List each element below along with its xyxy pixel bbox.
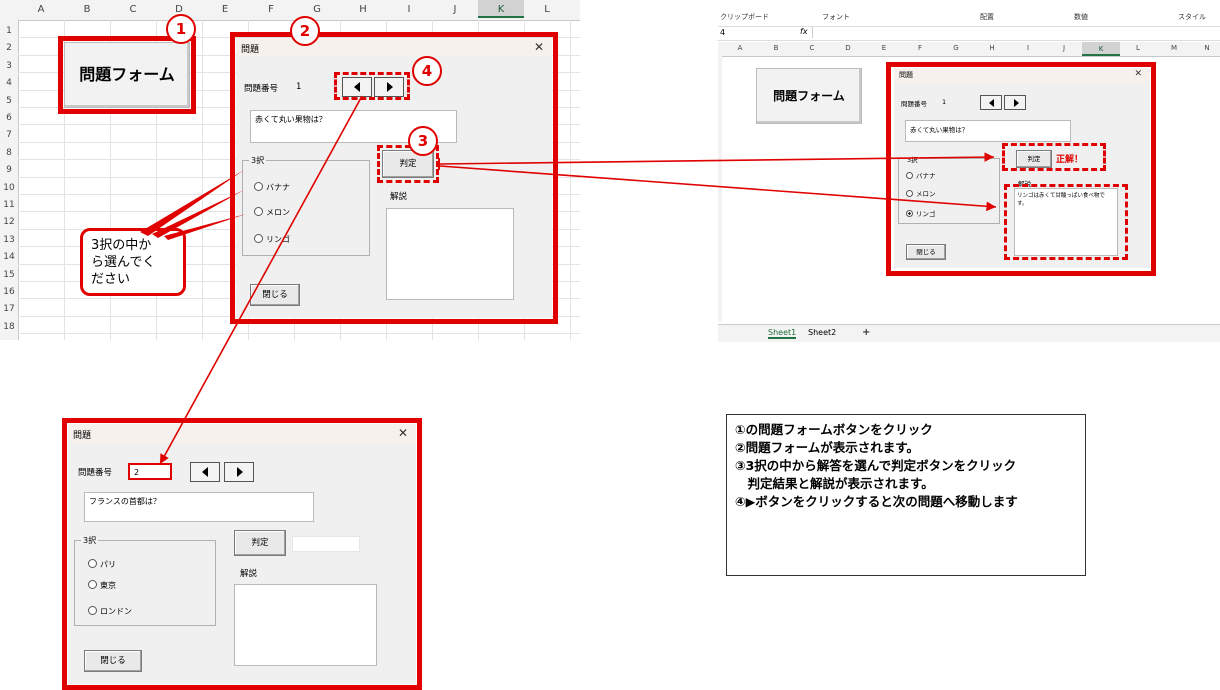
arrow-judge-to-explanation [439, 165, 997, 212]
instruction-line: ②問題フォームが表示されます。 [735, 440, 919, 455]
step-badge-2: 2 [290, 16, 320, 46]
step-badge-4: 4 [412, 56, 442, 86]
step-badge-1: 1 [166, 14, 196, 44]
instruction-line: 判定結果と解説が表示されます。 [735, 476, 934, 491]
instruction-line: ④▶ボタンをクリックすると次の問題へ移動します [735, 494, 1018, 509]
step-badge-3: 3 [408, 126, 438, 156]
instruction-line: ③3択の中から解答を選んで判定ボタンをクリック [735, 458, 1017, 473]
instructions-box: ①の問題フォームボタンをクリック ②問題フォームが表示されます。 ③3択の中から… [726, 414, 1086, 576]
annotation-arrows [140, 95, 997, 465]
arrow-judge-to-result [439, 152, 995, 165]
instruction-line: ①の問題フォームボタンをクリック [735, 422, 933, 437]
callout-pointer [140, 170, 244, 236]
callout-pointer [152, 190, 244, 238]
arrow-next-to-form2 [159, 95, 363, 465]
